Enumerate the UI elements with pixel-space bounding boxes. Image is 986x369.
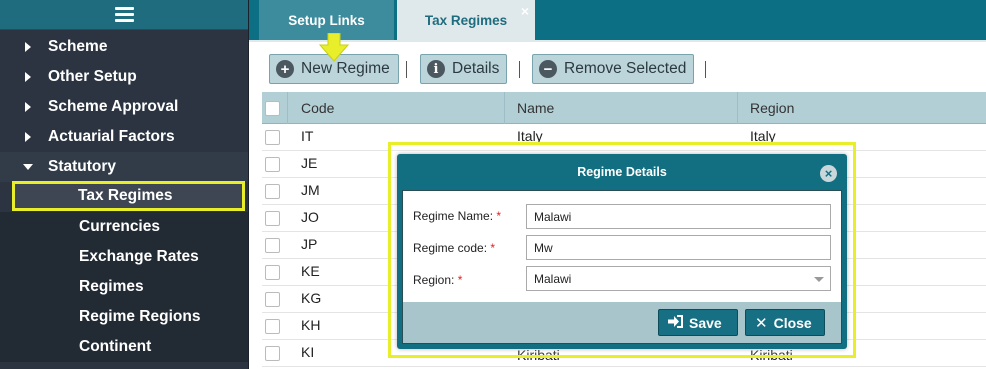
cell-code: KH [301,317,321,333]
toolbar-separator [519,61,520,78]
details-button[interactable]: i Details [420,54,507,84]
regime-form: Regime Name: * Regime code: * Region: * … [403,191,841,301]
tab-label: Setup Links [288,12,365,28]
cell-code: JP [301,236,318,252]
region-select[interactable]: Malawi [526,266,831,291]
column-header-name[interactable]: Name [517,100,554,116]
menu-icon[interactable] [114,7,134,22]
caret-right-icon [25,102,31,112]
sidebar-subitem-label: Exchange Rates [79,248,199,265]
info-circle-icon: i [427,60,445,78]
sidebar-item-label: Scheme Approval [48,98,179,115]
required-mark: * [457,273,463,287]
sidebar-item-label: Statutory [48,158,117,175]
sidebar-subitem-continent[interactable]: Continent [0,332,248,362]
x-icon: ✕ [755,314,768,332]
tab-bar: Setup Links Tax Regimes × [249,0,986,40]
regime-name-label-text: Regime Name: [413,209,494,223]
cell-code: KG [301,290,322,306]
regime-code-label: Regime code: * [413,241,495,255]
column-divider [737,92,738,124]
sidebar-subitem-label: Continent [79,338,152,355]
required-mark: * [490,241,496,255]
minus-circle-icon: − [539,60,557,78]
required-mark: * [496,209,502,223]
row-checkbox[interactable] [265,211,280,226]
row-checkbox[interactable] [265,265,280,280]
close-button[interactable]: ✕ Close [745,309,825,336]
annotation-arrow-icon [319,33,349,62]
close-label: Close [773,314,812,331]
regime-details-dialog: Regime Details × Regime Name: * Regime c… [397,154,847,349]
sidebar-item-label: Other Setup [48,68,137,85]
row-checkbox[interactable] [265,292,280,307]
tab-label: Tax Regimes [424,12,508,28]
chevron-down-icon [814,277,824,282]
sidebar-subitem-label: Currencies [79,218,160,235]
region-select-value: Malawi [534,272,572,286]
toolbar-separator [705,61,706,78]
toolbar-separator [406,61,407,78]
dialog-body: Regime Name: * Regime code: * Region: * … [402,190,842,344]
cell-code: JM [301,182,320,198]
toolbar: + New Regime i Details − Remove Selected [249,42,986,92]
sidebar-item-statutory[interactable]: Statutory [0,152,248,182]
sign-in-icon [668,314,683,331]
details-label: Details [452,60,500,77]
column-header-region[interactable]: Region [750,100,794,116]
row-checkbox[interactable] [265,346,280,361]
region-label-text: Region: [413,273,455,287]
dialog-footer: Save ✕ Close [403,302,841,343]
sidebar: Scheme Other Setup Scheme Approval Actua… [0,0,249,369]
table-header: Code Name Region [262,92,986,124]
caret-right-icon [25,132,31,142]
save-button[interactable]: Save [658,309,738,336]
sidebar-item-label: Scheme [48,38,108,55]
caret-right-icon [25,72,31,82]
sidebar-subitem-regime-regions[interactable]: Regime Regions [0,302,248,332]
sidebar-subitem-exchange-rates[interactable]: Exchange Rates [0,242,248,272]
sidebar-item-other-setup[interactable]: Other Setup [0,62,248,92]
close-icon[interactable]: × [820,165,837,182]
sidebar-subitem-label: Regime Regions [79,308,201,325]
sidebar-subitem-regimes[interactable]: Regimes [0,272,248,302]
plus-circle-icon: + [276,60,294,78]
regime-code-label-text: Regime code: [413,241,488,255]
save-label: Save [689,314,722,331]
caret-right-icon [25,42,31,52]
regime-name-label: Regime Name: * [413,209,501,223]
sidebar-item-label: Actuarial Factors [48,128,175,145]
row-checkbox[interactable] [265,238,280,253]
tab-tax-regimes[interactable]: Tax Regimes × [397,0,535,40]
column-divider [504,92,505,124]
remove-selected-button[interactable]: − Remove Selected [532,54,694,84]
regime-name-input[interactable] [526,204,831,229]
remove-selected-label: Remove Selected [564,60,687,77]
sidebar-subitem-label: Regimes [79,278,144,295]
row-checkbox[interactable] [265,130,280,145]
sidebar-subitem-currencies[interactable]: Currencies [0,212,248,242]
cell-code: KI [301,344,315,360]
column-divider [287,92,288,124]
cell-code: KE [301,263,320,279]
row-checkbox[interactable] [265,319,280,334]
column-header-code[interactable]: Code [301,100,334,116]
close-icon[interactable]: × [521,3,529,19]
regime-code-input[interactable] [526,235,831,260]
cell-code: JO [301,209,319,225]
select-all-checkbox[interactable] [265,101,280,116]
row-checkbox[interactable] [265,157,280,172]
cell-code: JE [301,155,318,171]
sidebar-item-scheme-approval[interactable]: Scheme Approval [0,92,248,122]
sidebar-item-actuarial-factors[interactable]: Actuarial Factors [0,122,248,152]
cell-code: IT [301,128,314,144]
sidebar-subitem-label: Tax Regimes [78,187,173,204]
sidebar-item-scheme[interactable]: Scheme [0,32,248,62]
dialog-title: Regime Details [577,165,667,179]
sidebar-header [0,0,248,30]
caret-down-icon [23,164,33,170]
row-checkbox[interactable] [265,184,280,199]
sidebar-subitem-tax-regimes[interactable]: Tax Regimes [12,181,245,211]
region-label: Region: * [413,273,462,287]
